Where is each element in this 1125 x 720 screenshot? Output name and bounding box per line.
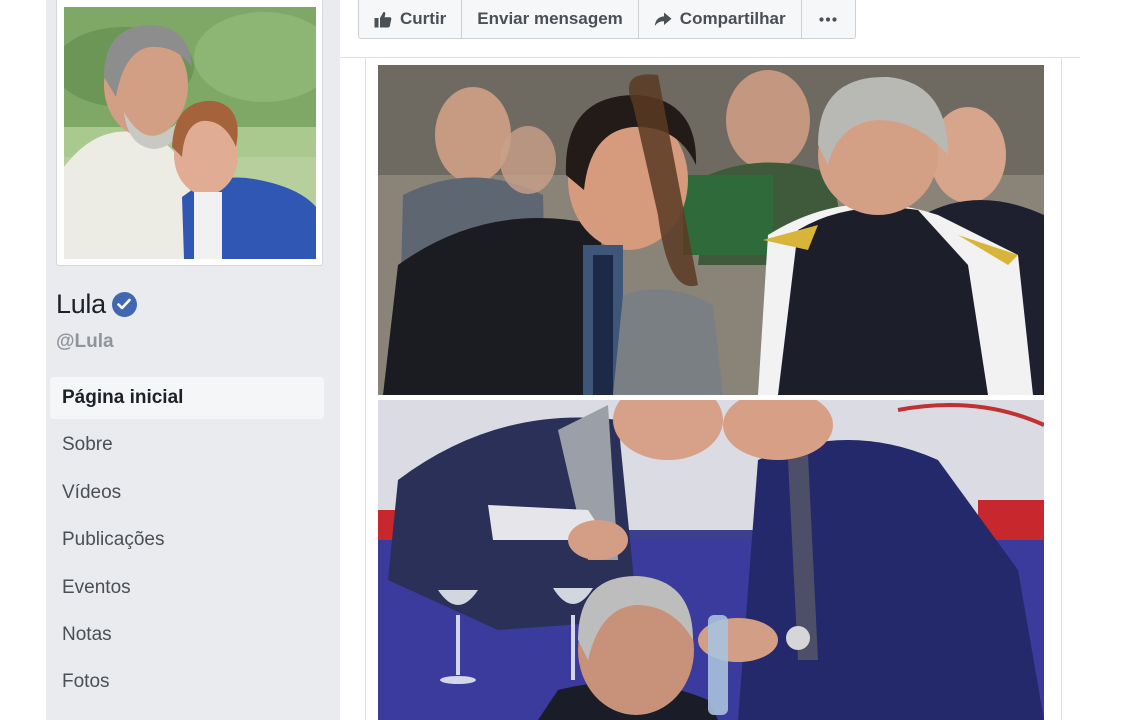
- page-name-row: Lula: [56, 286, 137, 322]
- page-title[interactable]: Lula: [56, 289, 106, 320]
- sidebar-item-photos[interactable]: Fotos: [50, 661, 324, 703]
- post-photo-2[interactable]: [378, 400, 1044, 720]
- sidebar-item-events[interactable]: Eventos: [50, 567, 324, 609]
- thumbs-up-icon: [374, 11, 392, 28]
- like-button[interactable]: Curtir: [358, 0, 463, 39]
- page-handle[interactable]: @Lula: [56, 331, 114, 353]
- post-card: [365, 58, 1062, 720]
- post-photo-1[interactable]: [378, 65, 1044, 395]
- profile-picture-frame: [56, 0, 323, 266]
- page-action-bar: Curtir Enviar mensagem Compartilhar: [340, 0, 1080, 58]
- profile-picture[interactable]: [64, 7, 316, 259]
- sidebar-item-posts[interactable]: Publicações: [50, 519, 324, 561]
- left-sidebar: Lula @Lula Página inicial Sobre Vídeos P…: [46, 0, 340, 720]
- main-column: Curtir Enviar mensagem Compartilhar: [340, 0, 1080, 720]
- action-buttons: Curtir Enviar mensagem Compartilhar: [358, 0, 856, 39]
- send-message-label: Enviar mensagem: [477, 9, 623, 28]
- sidebar-item-about[interactable]: Sobre: [50, 424, 324, 466]
- share-arrow-icon: [654, 12, 672, 27]
- send-message-button[interactable]: Enviar mensagem: [461, 0, 639, 39]
- page-nav: Página inicial Sobre Vídeos Publicações …: [50, 377, 324, 709]
- more-options-button[interactable]: [800, 0, 856, 39]
- sidebar-item-home[interactable]: Página inicial: [50, 377, 324, 419]
- verified-badge-icon: [111, 291, 137, 317]
- like-label: Curtir: [400, 9, 447, 28]
- sidebar-item-notes[interactable]: Notas: [50, 614, 324, 656]
- share-button[interactable]: Compartilhar: [637, 0, 802, 39]
- more-dots-icon: [819, 16, 837, 22]
- sidebar-item-videos[interactable]: Vídeos: [50, 472, 324, 514]
- share-label: Compartilhar: [679, 9, 786, 28]
